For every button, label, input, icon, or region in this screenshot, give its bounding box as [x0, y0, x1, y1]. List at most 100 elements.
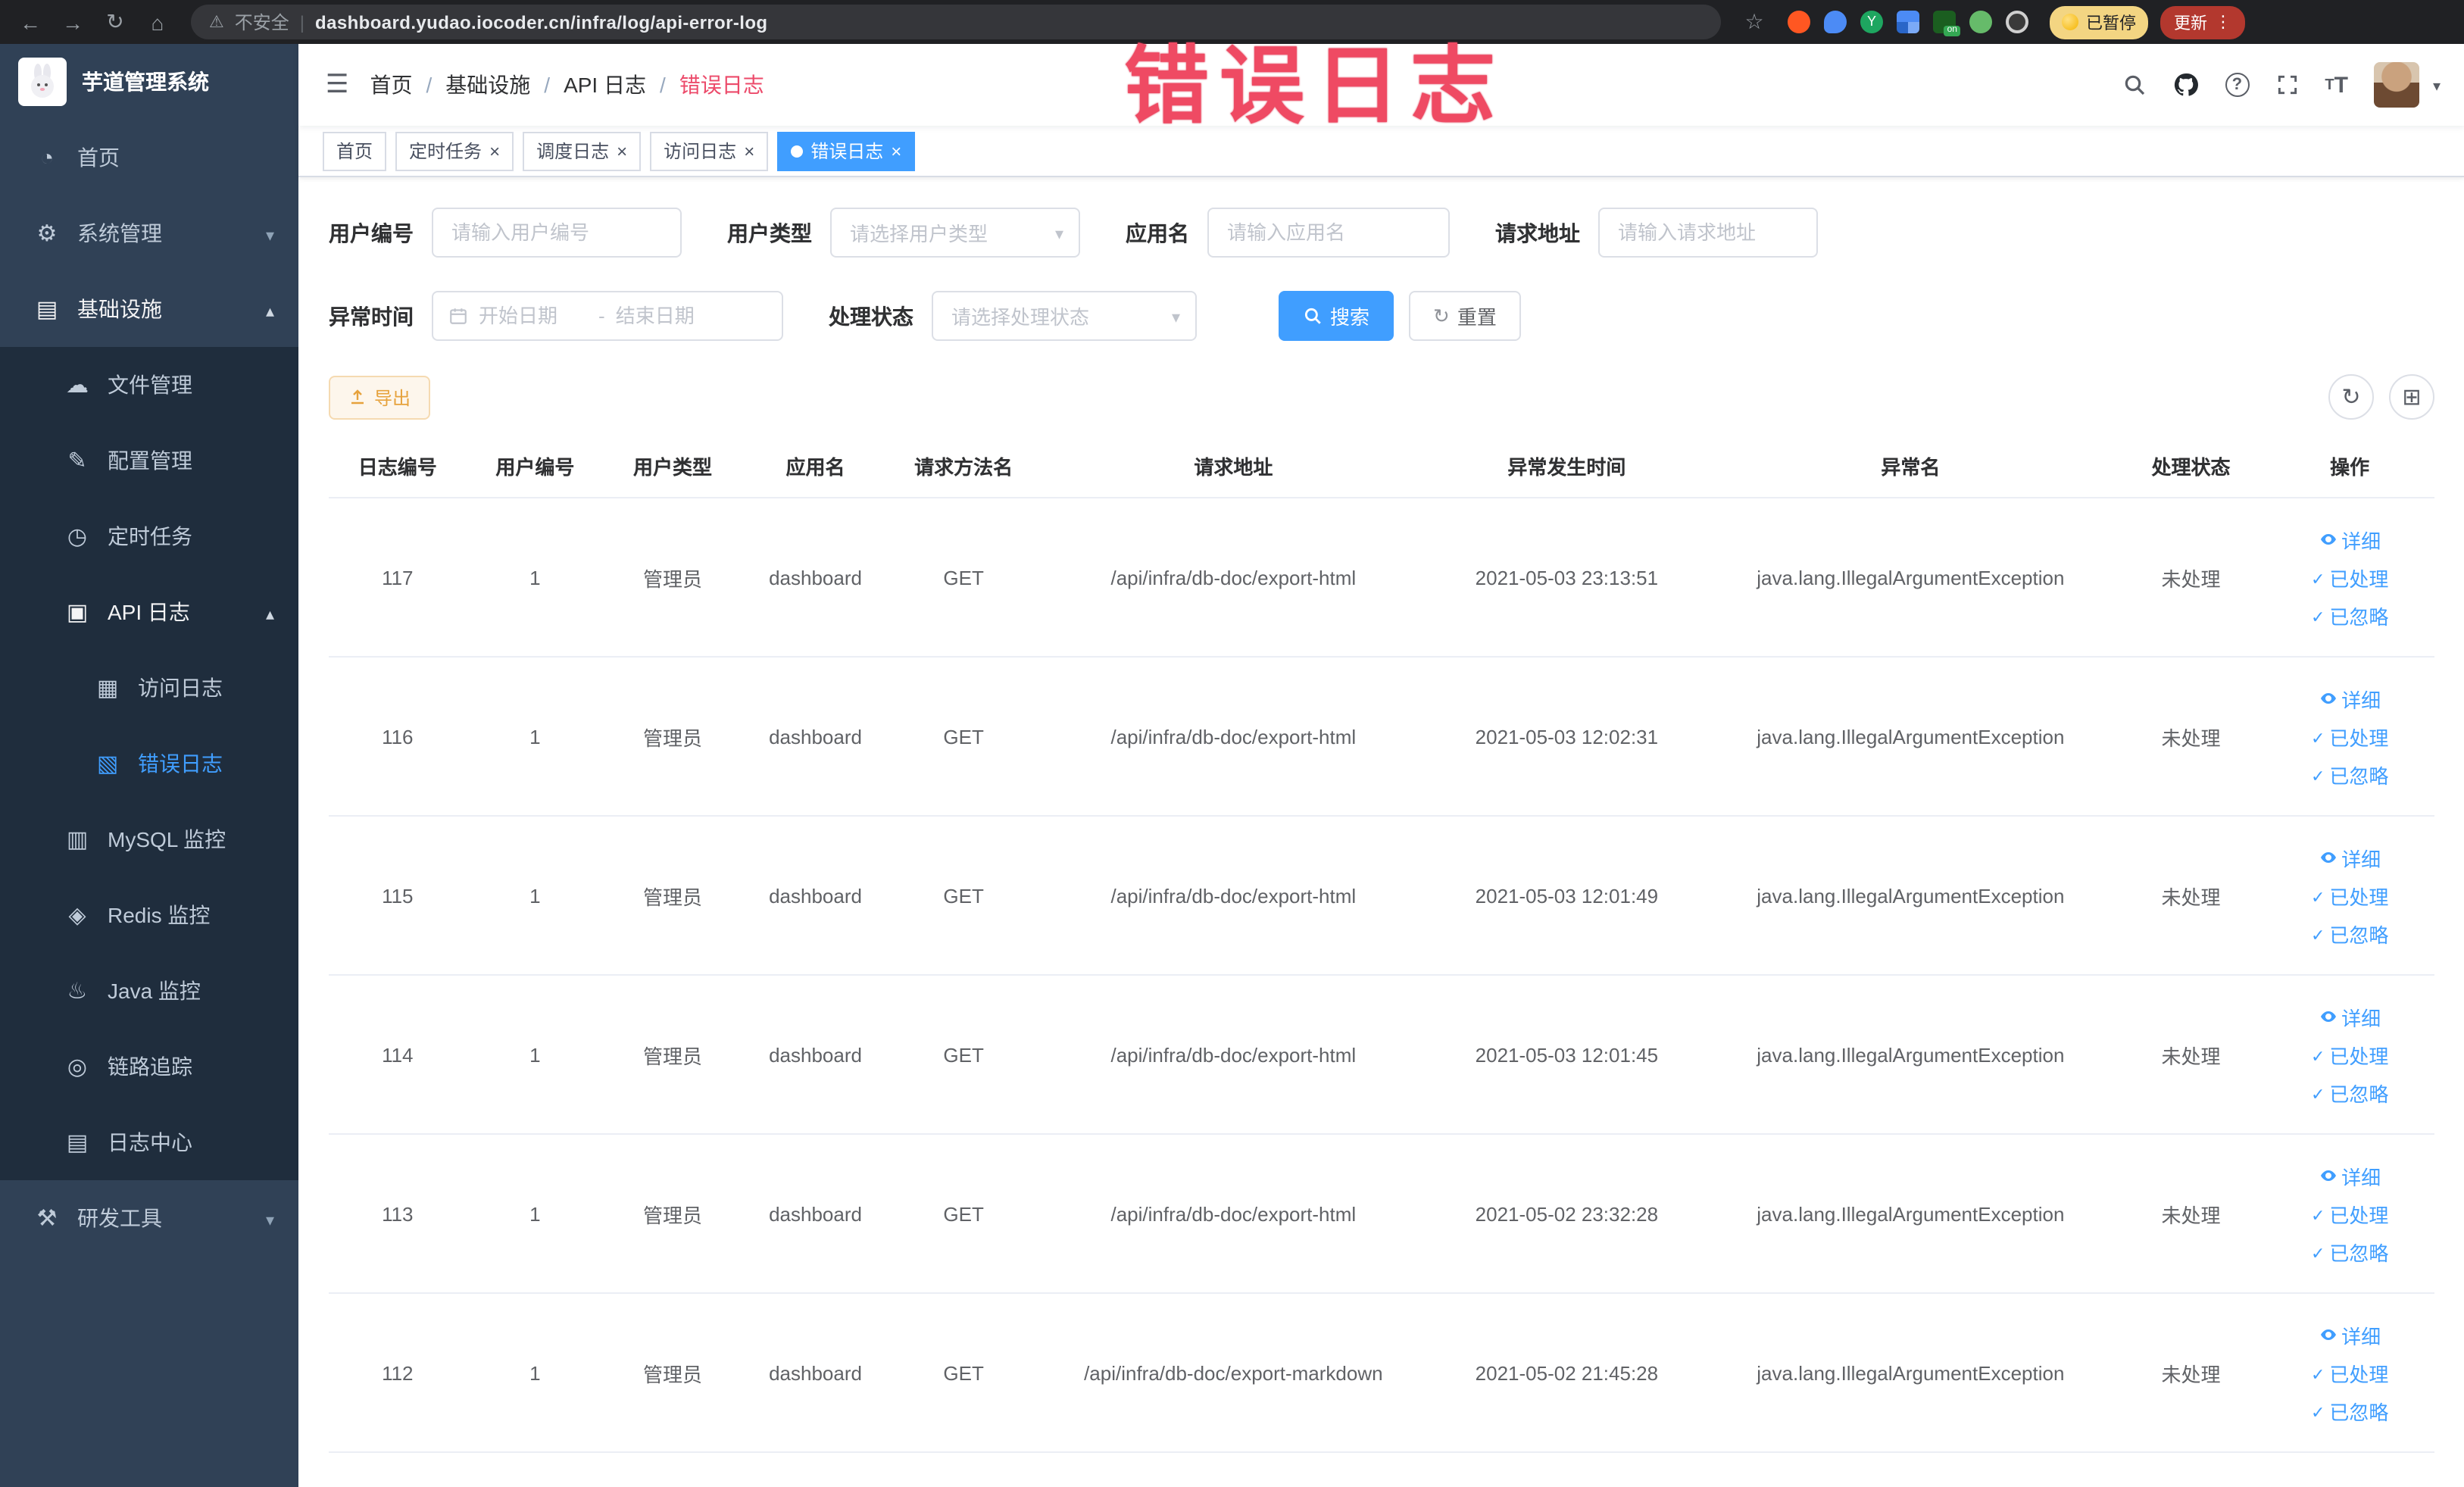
- url-separator: |: [299, 11, 305, 33]
- export-button[interactable]: 导出: [329, 375, 431, 419]
- avatar[interactable]: [2373, 62, 2419, 108]
- sidebar-item-scheduled-tasks[interactable]: ◷ 定时任务: [0, 498, 298, 574]
- processed-link[interactable]: 已处理: [2311, 1358, 2388, 1387]
- sidebar-item-system-management[interactable]: ⚙ 系统管理: [0, 195, 298, 271]
- sidebar-item-infrastructure[interactable]: ▤ 基础设施: [0, 271, 298, 347]
- ignored-link[interactable]: 已忽略: [2311, 1237, 2388, 1266]
- processed-link[interactable]: 已处理: [2311, 881, 2388, 910]
- sidebar-item-redis-monitor[interactable]: ◈ Redis 监控: [0, 877, 298, 953]
- refresh-button[interactable]: [2328, 374, 2374, 420]
- extension-icon-6[interactable]: [1969, 11, 1992, 33]
- forward-icon[interactable]: [55, 4, 91, 40]
- sidebar-item-mysql-monitor[interactable]: ▥ MySQL 监控: [0, 801, 298, 877]
- tag-error-log[interactable]: 错误日志: [777, 131, 916, 170]
- tag-home[interactable]: 首页: [323, 131, 387, 170]
- ignored-link[interactable]: 已忽略: [2311, 919, 2388, 948]
- process-status-select[interactable]: 请选择处理状态: [932, 291, 1197, 341]
- detail-link[interactable]: 详细: [2319, 1002, 2381, 1031]
- close-icon[interactable]: [891, 142, 901, 160]
- breadcrumb-home[interactable]: 首页: [370, 70, 413, 100]
- processed-link[interactable]: 已处理: [2311, 722, 2388, 751]
- sidebar-toggle-icon[interactable]: [314, 70, 370, 100]
- processed-link[interactable]: 已处理: [2311, 563, 2388, 592]
- detail-link[interactable]: 详细: [2319, 525, 2381, 554]
- eye-icon: [2320, 1329, 2336, 1340]
- end-date-input[interactable]: [615, 305, 725, 327]
- cell-user-id: 1: [466, 657, 604, 817]
- detail-link[interactable]: 详细: [2319, 684, 2381, 713]
- sidebar-item-log-center[interactable]: ▤ 日志中心: [0, 1104, 298, 1180]
- tag-scheduled-tasks[interactable]: 定时任务: [395, 131, 514, 170]
- tag-access-log[interactable]: 访问日志: [650, 131, 769, 170]
- reload-icon[interactable]: [97, 4, 133, 40]
- avatar-caret-icon[interactable]: [2433, 71, 2441, 98]
- font-size-icon[interactable]: TT: [2325, 72, 2348, 98]
- ignored-link[interactable]: 已忽略: [2311, 601, 2388, 629]
- ignored-link[interactable]: 已忽略: [2311, 760, 2388, 789]
- processed-link[interactable]: 已处理: [2311, 1040, 2388, 1069]
- cell-log-id: 117: [329, 498, 467, 658]
- check-icon: [2311, 1361, 2325, 1384]
- user-id-input[interactable]: [432, 208, 682, 258]
- tag-schedule-log[interactable]: 调度日志: [523, 131, 642, 170]
- help-icon[interactable]: ?: [2225, 73, 2250, 97]
- sidebar-item-api-logs[interactable]: ▣ API 日志: [0, 574, 298, 650]
- fullscreen-icon[interactable]: [2275, 73, 2299, 97]
- date-range-picker[interactable]: -: [432, 291, 783, 341]
- update-button[interactable]: 更新: [2160, 5, 2245, 39]
- sidebar-item-link-tracing[interactable]: ◎ 链路追踪: [0, 1029, 298, 1104]
- home-icon[interactable]: [139, 4, 176, 40]
- cell-user-id: 1: [466, 816, 604, 976]
- sidebar-item-file-management[interactable]: ☁ 文件管理: [0, 347, 298, 423]
- user-type-select[interactable]: 请选择用户类型: [830, 208, 1080, 258]
- table-toolbar: 导出: [329, 374, 2434, 420]
- reset-button[interactable]: 重置: [1409, 291, 1521, 341]
- back-icon[interactable]: [12, 4, 48, 40]
- date-range-separator: -: [598, 305, 605, 327]
- ignored-link[interactable]: 已忽略: [2311, 1078, 2388, 1107]
- paused-badge[interactable]: 已暂停: [2050, 5, 2148, 39]
- breadcrumb-infrastructure[interactable]: 基础设施: [445, 70, 530, 100]
- extension-icon-7[interactable]: [2006, 11, 2028, 33]
- cell-process-status: 未处理: [2116, 975, 2266, 1135]
- extension-icon-3[interactable]: Y: [1860, 11, 1883, 33]
- search-button[interactable]: 搜索: [1279, 291, 1394, 341]
- cell-user-id: 1: [466, 1134, 604, 1294]
- chevron-up-icon: [266, 600, 274, 624]
- detail-link[interactable]: 详细: [2319, 843, 2381, 872]
- detail-link[interactable]: 详细: [2319, 1320, 2381, 1349]
- extension-icon-4[interactable]: [1897, 11, 1919, 33]
- extension-icon-2[interactable]: [1824, 11, 1847, 33]
- column-settings-button[interactable]: [2389, 374, 2434, 420]
- cell-process-status: 未处理: [2116, 1134, 2266, 1294]
- detail-link[interactable]: 详细: [2319, 1161, 2381, 1190]
- close-icon[interactable]: [489, 142, 500, 160]
- breadcrumb: 首页 / 基础设施 / API 日志 / 错误日志: [370, 70, 764, 100]
- request-url-input[interactable]: [1598, 208, 1818, 258]
- sidebar-item-access-log[interactable]: ▦ 访问日志: [0, 650, 298, 726]
- sidebar-item-java-monitor[interactable]: ♨ Java 监控: [0, 953, 298, 1029]
- cell-exception-name: java.lang.IllegalArgumentException: [1704, 1134, 2117, 1294]
- bookmark-star-icon[interactable]: [1736, 4, 1772, 40]
- close-icon[interactable]: [744, 142, 754, 160]
- close-icon[interactable]: [617, 142, 627, 160]
- sidebar-item-error-log[interactable]: ▧ 错误日志: [0, 726, 298, 801]
- address-bar[interactable]: 不安全 | dashboard.yudao.iocoder.cn/infra/l…: [191, 5, 1721, 39]
- start-date-input[interactable]: [479, 305, 588, 327]
- sidebar-item-dev-tools[interactable]: ⚒ 研发工具: [0, 1180, 298, 1256]
- sidebar-item-home[interactable]: ◔ 首页: [0, 120, 298, 195]
- search-icon[interactable]: [2122, 73, 2146, 97]
- column-header: 异常发生时间: [1429, 435, 1704, 498]
- browser-menu-icon[interactable]: [2215, 12, 2231, 32]
- ignored-link[interactable]: 已忽略: [2311, 1396, 2388, 1425]
- logo[interactable]: 芋道管理系统: [0, 44, 298, 120]
- sidebar-item-config-management[interactable]: ✎ 配置管理: [0, 423, 298, 498]
- app-name-input[interactable]: [1207, 208, 1450, 258]
- breadcrumb-api-logs[interactable]: API 日志: [564, 70, 646, 100]
- extension-icon-5[interactable]: on: [1933, 11, 1960, 36]
- check-icon: [2311, 1202, 2325, 1225]
- cell-process-status: 未处理: [2116, 1293, 2266, 1453]
- extension-icon-1[interactable]: [1788, 11, 1810, 33]
- processed-link[interactable]: 已处理: [2311, 1199, 2388, 1228]
- github-icon[interactable]: [2172, 71, 2199, 98]
